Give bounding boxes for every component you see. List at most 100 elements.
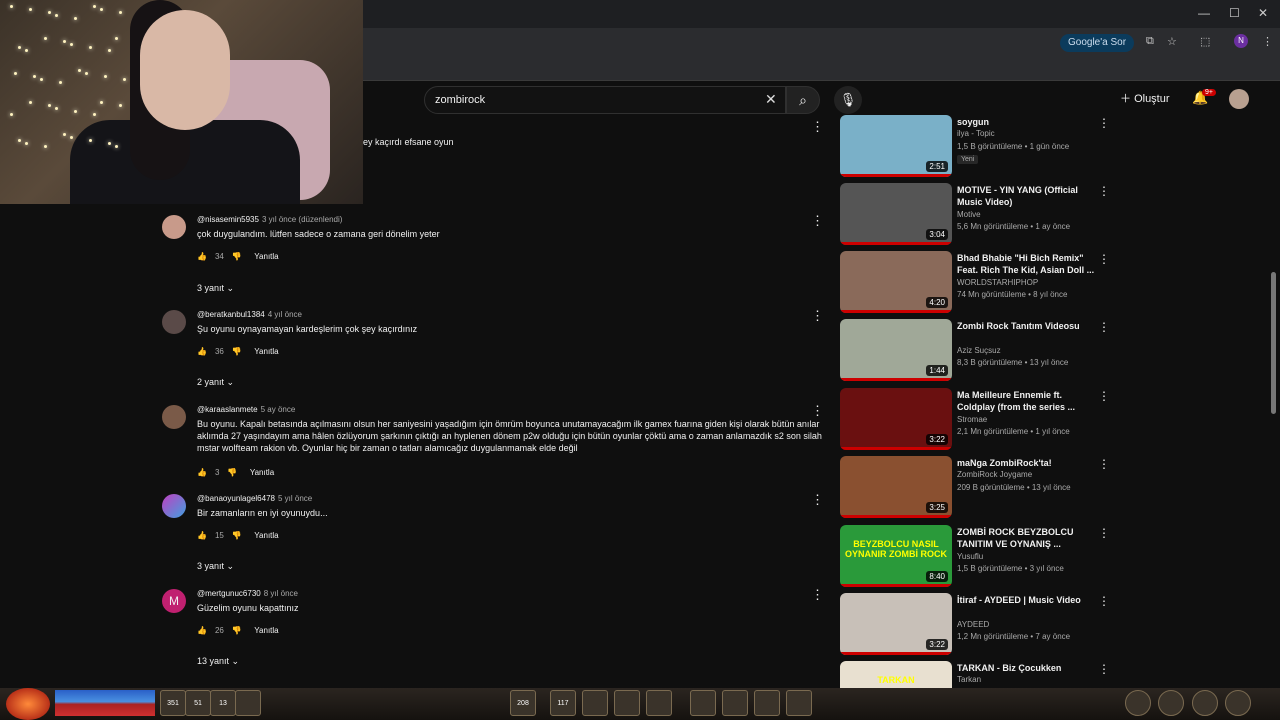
avatar[interactable]: M xyxy=(162,589,186,613)
browser-profile-avatar[interactable]: N xyxy=(1234,34,1248,48)
avatar[interactable] xyxy=(162,405,186,429)
video-channel[interactable]: Stromae xyxy=(957,415,987,424)
dislike-icon[interactable]: 👎 xyxy=(232,347,242,356)
hud-skill-slot[interactable]: 351 xyxy=(160,690,186,716)
video-item[interactable]: 1:44 Zombi Rock Tanıtım Videosu Aziz Suç… xyxy=(840,319,1270,381)
create-button[interactable]: ＋ Oluştur xyxy=(1120,90,1170,106)
hud-skill-slot[interactable]: 13 xyxy=(210,690,236,716)
video-item[interactable]: 2:51 soygun ilya - Topic 1,5 B görüntüle… xyxy=(840,115,1270,177)
video-thumbnail[interactable]: 2:51 xyxy=(840,115,952,177)
dislike-icon[interactable]: 👎 xyxy=(232,252,242,261)
video-title[interactable]: Bhad Bhabie "Hi Bich Remix" Feat. Rich T… xyxy=(957,252,1095,276)
video-channel[interactable]: WORLDSTARHIPHOP xyxy=(957,278,1038,287)
video-thumbnail[interactable]: TARKAN xyxy=(840,661,952,690)
hud-skill-slot[interactable]: 208 xyxy=(510,690,536,716)
video-channel[interactable]: ZombiRock Joygame xyxy=(957,470,1032,479)
video-channel[interactable]: Motive xyxy=(957,210,981,219)
browser-menu-icon[interactable]: ⋮ xyxy=(1262,35,1273,48)
like-icon[interactable]: 👍 xyxy=(197,626,207,635)
video-item[interactable]: 4:20 Bhad Bhabie "Hi Bich Remix" Feat. R… xyxy=(840,251,1270,313)
video-menu-icon[interactable]: ⋮ xyxy=(1098,662,1110,676)
like-icon[interactable]: 👍 xyxy=(197,252,207,261)
avatar[interactable] xyxy=(162,494,186,518)
share-icon[interactable]: ⧉ xyxy=(1146,35,1154,48)
video-title[interactable]: maNga ZombiRock'ta! xyxy=(957,457,1095,469)
voice-search-button[interactable]: 🎙 xyxy=(834,86,862,114)
bookmark-star-icon[interactable]: ☆ xyxy=(1167,35,1177,48)
video-title[interactable]: MOTIVE - YIN YANG (Official Music Video) xyxy=(957,184,1095,208)
video-thumbnail[interactable]: 3:22 xyxy=(840,388,952,450)
comment-time[interactable]: 5 yıl önce xyxy=(278,494,312,503)
comment-menu-icon[interactable]: ⋮ xyxy=(811,119,824,135)
comment-time[interactable]: 3 yıl önce (düzenlendi) xyxy=(262,215,343,224)
reply-button[interactable]: Yanıtla xyxy=(254,252,278,261)
reply-button[interactable]: Yanıtla xyxy=(254,531,278,540)
comment-time[interactable]: 8 yıl önce xyxy=(264,589,298,598)
replies-toggle[interactable]: 2 yanıt ⌄ xyxy=(197,377,234,388)
video-title[interactable]: Zombi Rock Tanıtım Videosu xyxy=(957,320,1095,332)
video-title[interactable]: İtiraf - AYDEED | Music Video xyxy=(957,594,1095,606)
video-item[interactable]: TARKAN TARKAN - Biz Çocukken Tarkan ⋮ xyxy=(840,661,1270,690)
dislike-icon[interactable]: 👎 xyxy=(232,531,242,540)
video-item[interactable]: 3:22 İtiraf - AYDEED | Music Video AYDEE… xyxy=(840,593,1270,655)
video-title[interactable]: Ma Meilleure Ennemie ft. Coldplay (from … xyxy=(957,389,1095,413)
video-channel[interactable]: Aziz Suçsuz xyxy=(957,346,1001,355)
video-item[interactable]: 3:22 Ma Meilleure Ennemie ft. Coldplay (… xyxy=(840,388,1270,450)
like-icon[interactable]: 👍 xyxy=(197,468,207,477)
comment-menu-icon[interactable]: ⋮ xyxy=(811,492,824,508)
video-title[interactable]: ZOMBİ ROCK BEYZBOLCU TANITIM VE OYNANIŞ … xyxy=(957,526,1095,550)
reply-button[interactable]: Yanıtla xyxy=(254,626,278,635)
extensions-icon[interactable]: ⬚ xyxy=(1200,35,1210,48)
replies-toggle[interactable]: 3 yanıt ⌄ xyxy=(197,283,234,294)
video-channel[interactable]: Tarkan xyxy=(957,675,981,684)
comment-author[interactable]: @banaoyunlagel6478 xyxy=(197,494,275,503)
close-window-button[interactable]: ✕ xyxy=(1258,6,1268,20)
hud-skill-slot[interactable]: 117 xyxy=(550,690,576,716)
video-item[interactable]: 3:25 maNga ZombiRock'ta! ZombiRock Joyga… xyxy=(840,456,1270,518)
video-menu-icon[interactable]: ⋮ xyxy=(1098,252,1110,266)
search-input[interactable]: zombirock xyxy=(435,94,485,106)
search-box[interactable]: zombirock ✕ xyxy=(424,86,786,114)
video-thumbnail[interactable]: BEYZBOLCU NASIL OYNANIR ZOMBİ ROCK 8:40 xyxy=(840,525,952,587)
hud-menu-slot[interactable] xyxy=(1225,690,1251,716)
video-channel[interactable]: AYDEED xyxy=(957,620,989,629)
replies-toggle[interactable]: 13 yanıt ⌄ xyxy=(197,656,239,667)
reply-button[interactable]: Yanıtla xyxy=(254,347,278,356)
video-thumbnail[interactable]: 4:20 xyxy=(840,251,952,313)
hud-menu-slot[interactable] xyxy=(1192,690,1218,716)
video-thumbnail[interactable]: 1:44 xyxy=(840,319,952,381)
comment-author[interactable]: @beratkanbul1384 xyxy=(197,310,265,319)
video-item[interactable]: BEYZBOLCU NASIL OYNANIR ZOMBİ ROCK 8:40 Z… xyxy=(840,525,1270,587)
video-menu-icon[interactable]: ⋮ xyxy=(1098,184,1110,198)
video-thumbnail[interactable]: 3:22 xyxy=(840,593,952,655)
replies-toggle[interactable]: 3 yanıt ⌄ xyxy=(197,561,234,572)
video-menu-icon[interactable]: ⋮ xyxy=(1098,116,1110,130)
clear-search-icon[interactable]: ✕ xyxy=(765,91,777,108)
hud-skill-slot[interactable] xyxy=(754,690,780,716)
video-title[interactable]: TARKAN - Biz Çocukken xyxy=(957,662,1095,674)
hud-skill-slot[interactable] xyxy=(582,690,608,716)
comment-menu-icon[interactable]: ⋮ xyxy=(811,308,824,324)
reply-button[interactable]: Yanıtla xyxy=(250,468,274,477)
maximize-button[interactable]: ☐ xyxy=(1229,6,1240,20)
google-ask-button[interactable]: Google'a Sor xyxy=(1060,34,1135,52)
dislike-icon[interactable]: 👎 xyxy=(232,626,242,635)
video-menu-icon[interactable]: ⋮ xyxy=(1098,320,1110,334)
video-channel[interactable]: Yusuflu xyxy=(957,552,983,561)
comment-time[interactable]: 4 yıl önce xyxy=(268,310,302,319)
hud-skill-slot[interactable] xyxy=(722,690,748,716)
hud-menu-slot[interactable] xyxy=(1158,690,1184,716)
video-channel[interactable]: ilya - Topic xyxy=(957,129,995,138)
hud-skill-slot[interactable] xyxy=(786,690,812,716)
video-menu-icon[interactable]: ⋮ xyxy=(1098,457,1110,471)
comment-menu-icon[interactable]: ⋮ xyxy=(811,403,824,419)
search-button[interactable]: ⌕ xyxy=(786,86,820,114)
video-title[interactable]: soygun xyxy=(957,116,1095,128)
video-menu-icon[interactable]: ⋮ xyxy=(1098,526,1110,540)
video-thumbnail[interactable]: 3:25 xyxy=(840,456,952,518)
like-icon[interactable]: 👍 xyxy=(197,347,207,356)
video-menu-icon[interactable]: ⋮ xyxy=(1098,389,1110,403)
comment-menu-icon[interactable]: ⋮ xyxy=(811,587,824,603)
avatar[interactable] xyxy=(162,215,186,239)
comment-author[interactable]: @nisasemin5935 xyxy=(197,215,259,224)
